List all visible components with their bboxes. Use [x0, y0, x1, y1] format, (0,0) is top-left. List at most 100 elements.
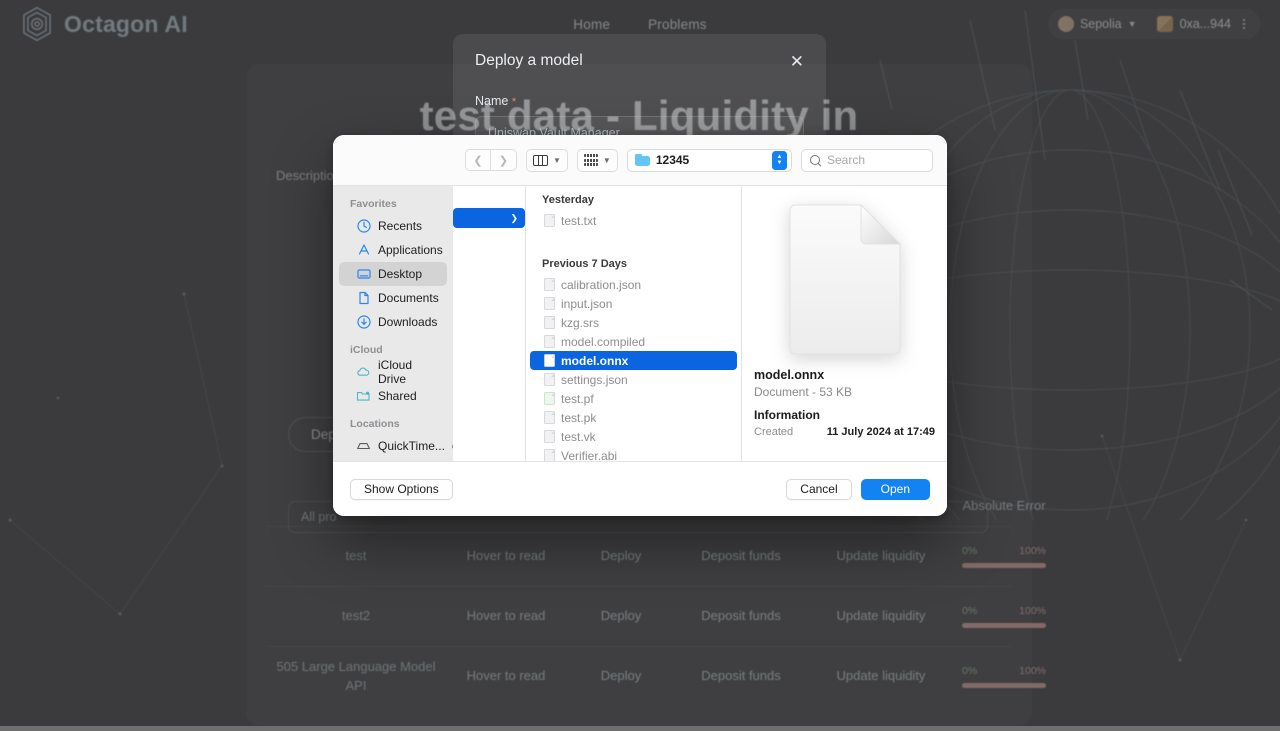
- json-file-icon: [544, 278, 555, 291]
- sidebar-item-icloud-drive[interactable]: iCloud Drive: [339, 360, 447, 384]
- view-mode-button[interactable]: ▼: [526, 149, 568, 172]
- dialog-title: Deploy a model: [475, 52, 583, 70]
- sidebar-item-label: Shared: [378, 389, 417, 403]
- file-dialog-toolbar: ❮ ❯ ▼ ▼ 12345 ▲▼ Search: [333, 135, 947, 186]
- file-row[interactable]: kzg.srs: [530, 313, 737, 332]
- proof-file-icon: [544, 392, 555, 405]
- file-dialog-body: Favorites Recents Applications Desktop: [333, 186, 947, 461]
- preview-section-title: Information: [754, 408, 935, 422]
- file-row[interactable]: test.txt: [530, 211, 737, 230]
- path-selector[interactable]: 12345 ▲▼: [627, 149, 792, 172]
- sidebar-item-label: Documents: [378, 291, 439, 305]
- preview-created-value: 11 July 2024 at 17:49: [827, 426, 935, 438]
- sidebar-item-recents[interactable]: Recents: [339, 214, 447, 238]
- preview-file-meta: Document - 53 KB: [754, 385, 935, 399]
- file-row[interactable]: Verifier.abi: [530, 446, 737, 461]
- sidebar-item-applications[interactable]: Applications: [339, 238, 447, 262]
- file-name: Verifier.abi: [561, 449, 617, 462]
- sidebar-item-desktop[interactable]: Desktop: [339, 262, 447, 286]
- required-marker: *: [512, 96, 516, 108]
- sidebar: Favorites Recents Applications Desktop: [333, 186, 453, 461]
- generic-file-icon: [544, 316, 555, 329]
- document-icon: [356, 291, 371, 306]
- sidebar-item-documents[interactable]: Documents: [339, 286, 447, 310]
- file-row[interactable]: test.pf: [530, 389, 737, 408]
- cloud-icon: [356, 365, 371, 380]
- file-dialog-footer: Show Options Cancel Open: [333, 461, 947, 516]
- file-row[interactable]: test.vk: [530, 427, 737, 446]
- chevron-down-icon: ▼: [553, 156, 561, 165]
- chevron-left-icon: ❮: [473, 154, 482, 167]
- navigation-buttons: ❮ ❯: [465, 149, 517, 171]
- sidebar-section-locations: Locations: [333, 418, 453, 434]
- sidebar-item-label: Downloads: [378, 315, 437, 329]
- generic-file-icon: [544, 449, 555, 461]
- sidebar-item-downloads[interactable]: Downloads: [339, 310, 447, 334]
- sidebar-item-label: QuickTime...: [378, 439, 445, 453]
- desktop-icon: [356, 267, 371, 282]
- sidebar-item-label: iCloud Drive: [378, 358, 439, 386]
- preview-created-row: Created 11 July 2024 at 17:49: [754, 426, 935, 438]
- text-file-icon: [544, 214, 555, 227]
- download-icon: [356, 315, 371, 330]
- group-header-yesterday: Yesterday: [526, 188, 741, 211]
- file-row[interactable]: model.compiled: [530, 332, 737, 351]
- applications-icon: [356, 243, 371, 258]
- sidebar-item-label: Desktop: [378, 267, 422, 281]
- file-row[interactable]: calibration.json: [530, 275, 737, 294]
- preview-file-name: model.onnx: [754, 368, 935, 382]
- sidebar-item-label: Recents: [378, 219, 422, 233]
- column-view-icon: [533, 155, 548, 166]
- name-field-label: Name *: [475, 94, 804, 108]
- file-name: test.txt: [561, 214, 596, 228]
- preview-column: model.onnx Document - 53 KB Information …: [742, 186, 947, 461]
- file-open-dialog: ❮ ❯ ▼ ▼ 12345 ▲▼ Search Favorites: [333, 135, 947, 516]
- file-name: kzg.srs: [561, 316, 599, 330]
- sidebar-item-quicktime[interactable]: QuickTime... ⏯: [339, 434, 447, 458]
- file-row[interactable]: settings.json: [530, 370, 737, 389]
- file-row[interactable]: input.json: [530, 294, 737, 313]
- disk-icon: [356, 439, 371, 454]
- file-name: input.json: [561, 297, 612, 311]
- cancel-button[interactable]: Cancel: [786, 479, 851, 500]
- file-list-column[interactable]: Yesterday test.txt Previous 7 Days calib…: [526, 186, 742, 461]
- json-file-icon: [544, 373, 555, 386]
- sidebar-item-label: Applications: [378, 243, 443, 257]
- clock-icon: [356, 219, 371, 234]
- file-name: test.vk: [561, 430, 596, 444]
- file-name: settings.json: [561, 373, 628, 387]
- preview-created-label: Created: [754, 426, 793, 438]
- forward-button[interactable]: ❯: [491, 149, 517, 171]
- stepper-updown-icon[interactable]: ▲▼: [772, 151, 787, 170]
- group-by-button[interactable]: ▼: [577, 149, 618, 172]
- generic-file-icon: [544, 354, 555, 367]
- json-file-icon: [544, 297, 555, 310]
- generic-file-icon: [544, 430, 555, 443]
- generic-file-icon: [544, 335, 555, 348]
- file-name: test.pf: [561, 392, 594, 406]
- file-row-selected[interactable]: model.onnx: [530, 351, 737, 370]
- file-name: calibration.json: [561, 278, 641, 292]
- sidebar-item-shared[interactable]: Shared: [339, 384, 447, 408]
- parent-selected-row[interactable]: ❯: [453, 208, 525, 228]
- back-button[interactable]: ❮: [465, 149, 491, 171]
- chevron-right-icon: ❯: [499, 154, 508, 167]
- search-input[interactable]: Search: [801, 149, 933, 172]
- shared-folder-icon: [356, 389, 371, 404]
- sidebar-section-favorites: Favorites: [333, 198, 453, 214]
- search-placeholder: Search: [827, 153, 865, 167]
- file-name: model.onnx: [561, 354, 628, 368]
- blank-document-icon: [786, 204, 904, 354]
- group-header-previous-7-days: Previous 7 Days: [526, 252, 741, 275]
- group-by-icon: [584, 154, 598, 166]
- chevron-right-icon: ❯: [510, 213, 518, 224]
- close-icon[interactable]: ✕: [790, 53, 804, 70]
- folder-icon: [635, 154, 650, 166]
- current-folder-name: 12345: [656, 153, 689, 167]
- chevron-down-icon: ▼: [603, 156, 611, 165]
- file-row[interactable]: test.pk: [530, 408, 737, 427]
- column-browser: ❯ Yesterday test.txt Previous 7 Days cal…: [453, 186, 947, 461]
- open-button[interactable]: Open: [861, 479, 930, 500]
- show-options-button[interactable]: Show Options: [350, 479, 453, 500]
- dialog-header: Deploy a model ✕: [475, 52, 804, 70]
